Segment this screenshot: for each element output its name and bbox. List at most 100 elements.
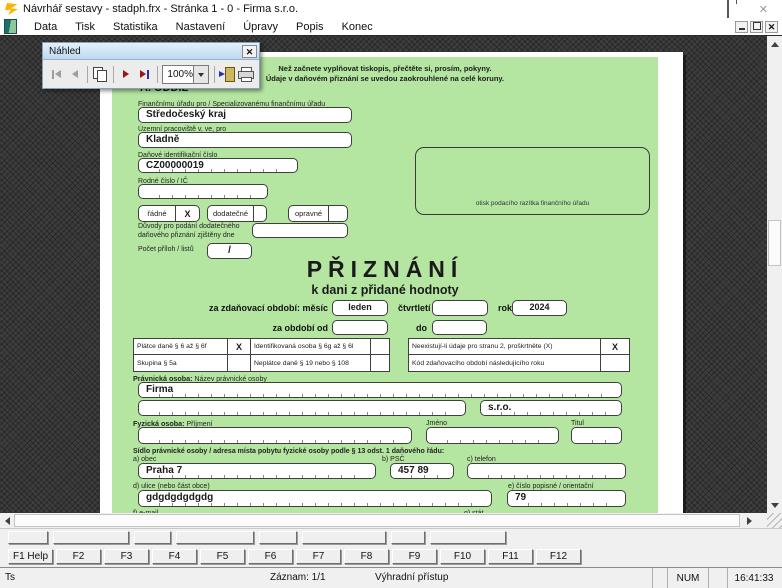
- menu-tisk[interactable]: Tisk: [66, 18, 104, 35]
- menu-statistika[interactable]: Statistika: [104, 18, 167, 35]
- vertical-scroll-thumb[interactable]: [768, 220, 781, 266]
- skupina-value: [228, 355, 251, 371]
- scroll-left-button[interactable]: [0, 513, 14, 528]
- f5-button[interactable]: F5: [200, 549, 245, 564]
- ident-label: Identifikovaná osoba § 6g až § 6l: [251, 339, 371, 355]
- next-arrow-icon: [139, 70, 146, 78]
- printer-icon: [237, 67, 254, 82]
- ident-value: [371, 339, 389, 355]
- toolbar-button-row: [0, 528, 782, 546]
- zoom-select[interactable]: 100%: [162, 64, 209, 84]
- f3-button[interactable]: F3: [104, 549, 149, 564]
- platce-label: Plátce daně § 6 až § 6f: [134, 339, 228, 355]
- resize-grip[interactable]: [767, 513, 782, 528]
- f2-button[interactable]: F2: [56, 549, 101, 564]
- cislo-field: 79: [507, 490, 626, 507]
- f10-button[interactable]: F10: [440, 549, 485, 564]
- telefon-field: [467, 463, 626, 479]
- menu-upravy[interactable]: Úpravy: [234, 18, 287, 35]
- next-page-button[interactable]: [116, 64, 135, 84]
- f6-button[interactable]: F6: [248, 549, 293, 564]
- preview-toolbar-buttons: 100%: [43, 60, 259, 88]
- vertical-scrollbar[interactable]: [767, 36, 782, 513]
- mesic-field: leden: [332, 300, 388, 316]
- restore-button[interactable]: [726, 0, 729, 18]
- prijmeni-field: [138, 427, 412, 444]
- f8-button[interactable]: F8: [344, 549, 389, 564]
- preview-area: Než začnete vyplňovat tiskopis, přečtěte…: [0, 36, 767, 513]
- blank-button[interactable]: [8, 531, 48, 544]
- arrow-left-icon: [1, 516, 10, 525]
- nazev-field: Firma: [138, 382, 622, 398]
- scroll-up-button[interactable]: [767, 36, 782, 51]
- last-page-button[interactable]: [135, 64, 154, 84]
- status-num-lock: NUM: [667, 568, 708, 588]
- scroll-right-button[interactable]: [743, 513, 757, 528]
- blank-button[interactable]: [259, 531, 297, 544]
- f7-button[interactable]: F7: [296, 549, 341, 564]
- f9-button[interactable]: F9: [392, 549, 437, 564]
- f4-button[interactable]: F4: [152, 549, 197, 564]
- menu-konec[interactable]: Konec: [333, 18, 382, 35]
- zoom-value: 100%: [167, 68, 193, 80]
- f12-button[interactable]: F12: [536, 549, 581, 564]
- window-controls: ✕: [697, 0, 782, 18]
- dodatecne-value: [253, 206, 266, 221]
- arrow-up-icon: [770, 38, 779, 47]
- preview-toolbar-titlebar[interactable]: Náhled ✕: [43, 43, 259, 60]
- first-page-button[interactable]: [47, 64, 66, 84]
- blank-button[interactable]: [176, 531, 254, 544]
- f1-help-button[interactable]: F1 Help: [8, 549, 53, 564]
- opravne-label: opravné: [294, 209, 323, 218]
- mdi-minimize-button[interactable]: [735, 20, 748, 33]
- opravne-value: [328, 206, 347, 221]
- f11-button[interactable]: F11: [488, 549, 533, 564]
- duvody-label-line2: daňového přiznání zjištěny dne: [138, 232, 235, 239]
- status-access-mode: Výhradní přístup: [375, 572, 449, 583]
- menu-popis[interactable]: Popis: [287, 18, 333, 35]
- blank-button[interactable]: [302, 531, 386, 544]
- pages-icon: [93, 67, 108, 82]
- go-to-page-button[interactable]: [91, 64, 110, 84]
- previous-page-button[interactable]: [66, 64, 85, 84]
- dodatecne-label: dodatečné: [212, 209, 249, 218]
- neexist-value: X: [601, 339, 629, 355]
- zoom-dropdown-button[interactable]: [193, 65, 208, 83]
- duvody-label-line1: Důvody pro podání dodatečného: [138, 223, 240, 230]
- menu-data[interactable]: Data: [25, 18, 66, 35]
- prev-arrow-icon: [71, 70, 78, 78]
- blank-button[interactable]: [134, 531, 171, 544]
- chevron-down-icon: [198, 72, 204, 80]
- menu-nastaveni[interactable]: Nastavení: [167, 18, 235, 35]
- preview-close-button[interactable]: ✕: [242, 44, 257, 58]
- status-blank-panel: [652, 568, 667, 588]
- titlebar: Návrhář sestavy - stadph.frx - Stránka 1…: [0, 0, 782, 18]
- print-button[interactable]: [236, 64, 255, 84]
- horizontal-scroll-thumb[interactable]: [14, 514, 740, 527]
- mdi-close-button[interactable]: ✕: [765, 20, 778, 33]
- toolbar-separator: [112, 65, 114, 83]
- uzemni-field: Kladně: [138, 132, 352, 148]
- first-page-icon: [51, 69, 54, 79]
- blank-button[interactable]: [53, 531, 129, 544]
- psc-field: 457 89: [390, 463, 454, 479]
- neplatce-value: [371, 355, 389, 371]
- mdi-window-controls: ✕: [735, 20, 782, 33]
- radne-checkbox: řádné X: [138, 205, 200, 222]
- toolbar-separator: [214, 65, 215, 83]
- status-mode: Ts: [5, 572, 15, 583]
- app-window: Návrhář sestavy - stadph.frx - Stránka 1…: [0, 0, 782, 588]
- toolbar-separator: [87, 65, 88, 83]
- period-label: za zdaňovací období: měsíc: [208, 303, 328, 313]
- blank-button[interactable]: [391, 531, 425, 544]
- status-record-count: Záznam: 1/1: [270, 572, 326, 583]
- ulice-field: gdgdgdgdgdg: [138, 490, 492, 507]
- close-button[interactable]: ✕: [759, 0, 768, 18]
- scroll-down-button[interactable]: [767, 498, 782, 513]
- dodatecne-checkbox: dodatečné: [207, 205, 267, 222]
- stamp-box: otisk podacího razítka finančního úřadu: [415, 147, 650, 215]
- close-preview-button[interactable]: [218, 64, 237, 84]
- mdi-restore-button[interactable]: [750, 20, 763, 33]
- blank-button[interactable]: [430, 531, 506, 544]
- horizontal-scrollbar[interactable]: [0, 513, 782, 528]
